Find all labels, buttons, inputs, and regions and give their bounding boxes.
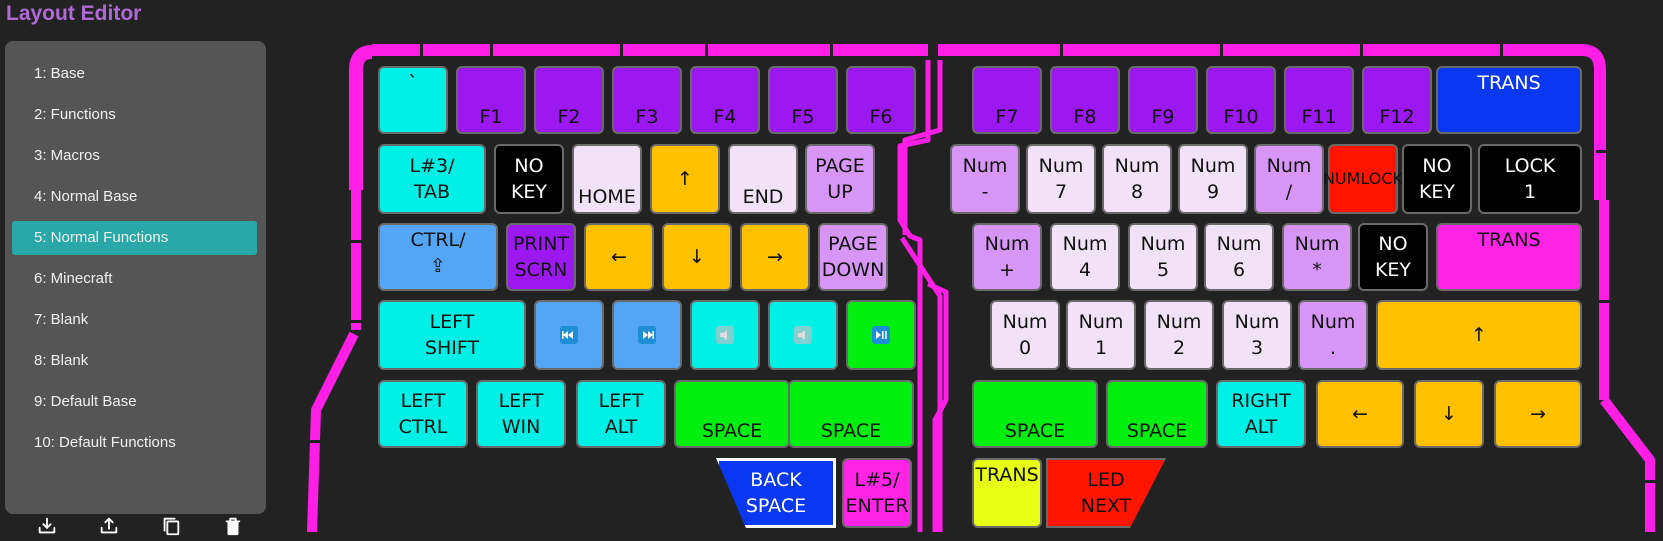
key-media[interactable] [846,300,916,370]
volume-down-icon [716,326,734,344]
key-row5-left[interactable]: LEFT ALT [576,380,666,448]
media-next-icon [638,326,656,344]
key-row3-right[interactable]: Num 5 [1128,223,1198,291]
key-row5-left[interactable]: SPACE [788,380,914,448]
key-trans[interactable]: TRANS [1436,66,1582,134]
key-row3-left[interactable]: PAGE DOWN [818,223,888,291]
key-media[interactable] [768,300,838,370]
key-row3-right[interactable]: Num + [972,223,1042,291]
key-row2-left[interactable]: NO KEY [494,144,564,214]
outline-gap [1500,43,1503,57]
outline-segment [349,45,373,190]
key-row3-right[interactable]: TRANS [1436,223,1582,291]
key-row2-right[interactable]: Num - [950,144,1020,214]
key-row3-left[interactable]: → [740,223,810,291]
key-row3-left[interactable]: PRINT SCRN [506,223,576,291]
key-row3-left[interactable]: CTRL/ ⇪ [378,223,498,291]
outline-segment [1600,396,1655,532]
media-previous-icon [560,326,578,344]
key-row2-right[interactable]: Num 8 [1102,144,1172,214]
key-row4-right[interactable]: ↑ [1376,300,1582,370]
play-pause-icon [872,326,890,344]
outline-gap [705,43,708,57]
key-row5-right[interactable]: ↓ [1414,380,1484,448]
outline-gap [490,43,493,57]
key-row5-left[interactable]: LEFT CTRL [378,380,468,448]
key-row2-right[interactable]: Num 9 [1178,144,1248,214]
key-f1[interactable]: F1 [456,66,526,134]
key-row5-left[interactable]: SPACE [674,380,790,448]
key-f9[interactable]: F9 [1128,66,1198,134]
key-row2-right[interactable]: NUMLOCK [1323,144,1403,214]
key-f7[interactable]: F7 [972,66,1042,134]
key-media[interactable] [690,300,760,370]
key-row5-left[interactable]: LEFT WIN [476,380,566,448]
key-row3-left[interactable]: ↓ [662,223,732,291]
key-f12[interactable]: F12 [1362,66,1432,134]
key-row4-right[interactable]: Num . [1298,300,1368,370]
outline-gap [420,43,423,57]
key-trans[interactable]: TRANS [972,458,1042,528]
outline-gap [305,440,325,443]
key-row3-right[interactable]: NO KEY [1358,223,1428,291]
key-left-shift[interactable]: LEFT SHIFT [378,300,526,370]
key-row3-left[interactable]: ← [584,223,654,291]
outline-gap [1645,480,1663,483]
outline-gap [1596,300,1616,303]
key-row4-right[interactable]: Num 1 [1066,300,1136,370]
key-f8[interactable]: F8 [1050,66,1120,134]
key-f11[interactable]: F11 [1284,66,1354,134]
key-row5-right[interactable]: RIGHT ALT [1216,380,1306,448]
key-row4-right[interactable]: Num 0 [990,300,1060,370]
key-row5-right[interactable]: → [1494,380,1582,448]
outline-gap [1360,43,1363,57]
key-media[interactable] [612,300,682,370]
outline-gap [620,43,623,57]
outline-gap [346,240,366,243]
key-row3-right[interactable]: Num 6 [1204,223,1274,291]
volume-up-icon [794,326,812,344]
key-f10[interactable]: F10 [1206,66,1276,134]
key-f6[interactable]: F6 [846,66,916,134]
key-layer5-enter[interactable]: L#5/ ENTER [842,458,912,528]
outline-gap [830,43,833,57]
key-row2-right[interactable]: Num / [1254,144,1324,214]
key-row5-right[interactable]: SPACE [1106,380,1208,448]
key-row2-right[interactable]: LOCK 1 [1478,144,1582,214]
outline-gap [1060,43,1063,57]
outline-gap [346,320,366,323]
key-row2-left[interactable]: PAGE UP [805,144,875,214]
key-f4[interactable]: F4 [690,66,760,134]
key-row2-left[interactable]: HOME [572,144,642,214]
outline-segment [926,281,949,532]
key-row2-right[interactable]: Num 7 [1026,144,1096,214]
key-row5-right[interactable]: ← [1316,380,1404,448]
key-f2[interactable]: F2 [534,66,604,134]
key-f3[interactable]: F3 [612,66,682,134]
key-f5[interactable]: F5 [768,66,838,134]
outline-gap [1596,150,1616,153]
key-row4-right[interactable]: Num 3 [1222,300,1292,370]
key-grave[interactable]: ` [378,66,448,134]
key-media[interactable] [534,300,604,370]
outline-gap [1220,43,1223,57]
key-row4-right[interactable]: Num 2 [1144,300,1214,370]
key-row2-left[interactable]: ↑ [650,144,720,214]
key-row3-right[interactable]: Num * [1282,223,1352,291]
key-row2-right[interactable]: NO KEY [1402,144,1472,214]
outline-segment [307,331,359,532]
key-row2-left[interactable]: L#3/ TAB [378,144,486,214]
key-row2-left[interactable]: END [728,144,798,214]
key-row5-right[interactable]: SPACE [972,380,1098,448]
key-row3-right[interactable]: Num 4 [1050,223,1120,291]
